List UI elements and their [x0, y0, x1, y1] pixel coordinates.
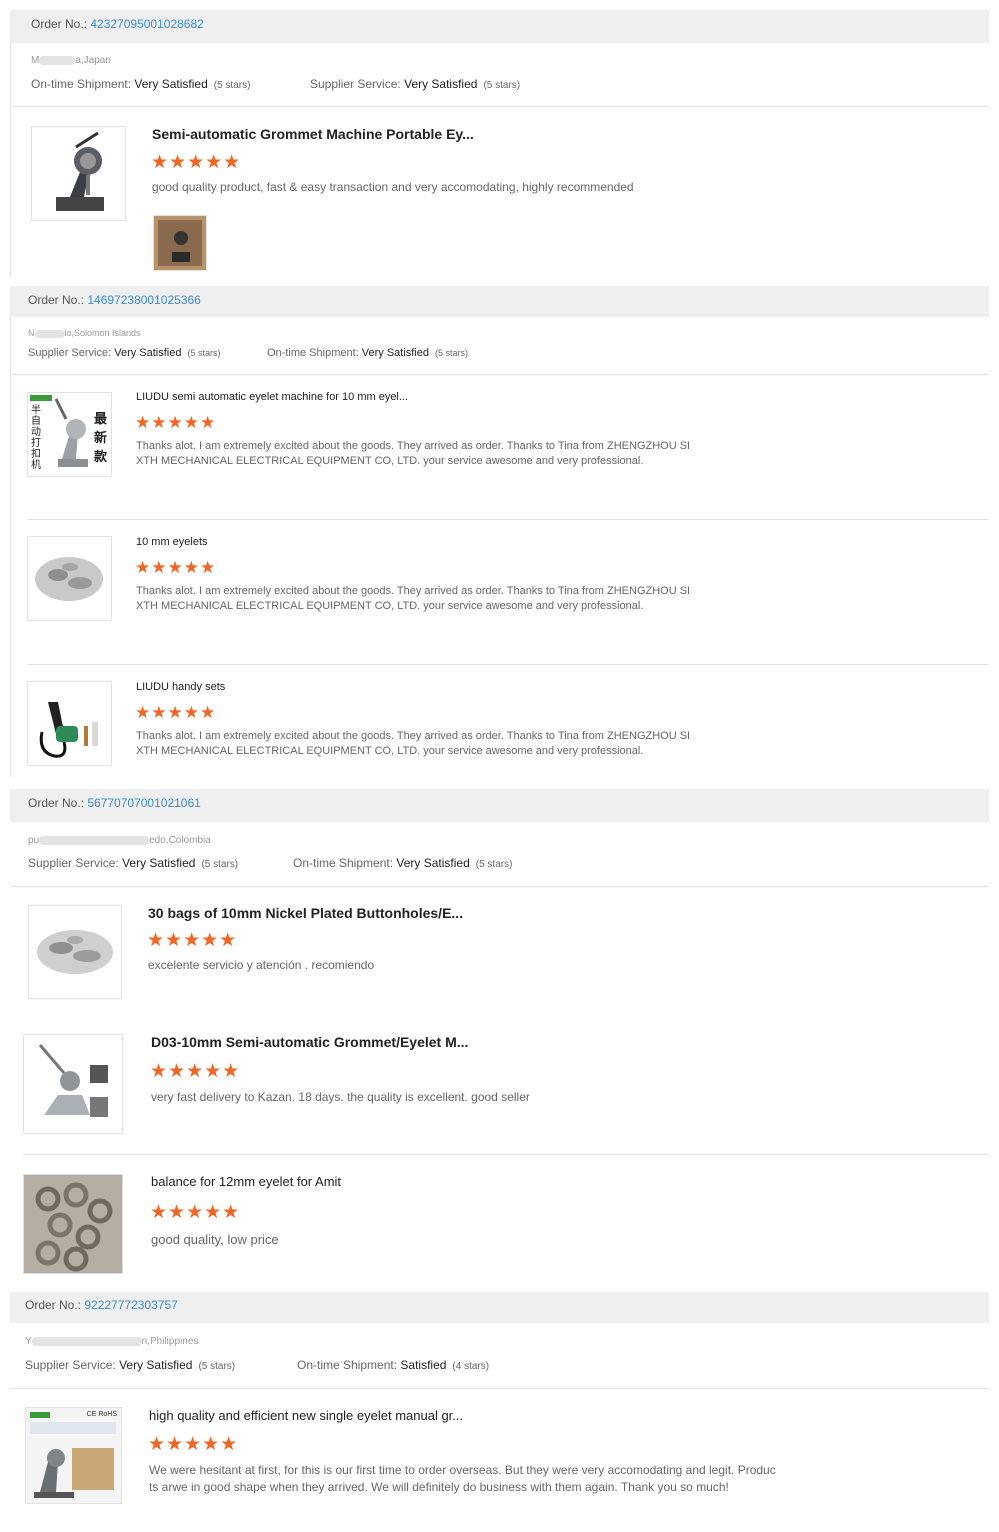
product-thumbnail[interactable]: [23, 1174, 123, 1274]
buyer-location: pu edo,Colombia: [28, 835, 211, 846]
review-text: Thanks alot. I am extremely excited abou…: [136, 585, 691, 612]
service-rating-supplier: Supplier Service: Very Satisfied (5 stars…: [25, 1358, 236, 1372]
review-text: excelente servicio y atención . recomien…: [148, 958, 375, 972]
review-text: Thanks alot. I am extremely excited abou…: [136, 440, 691, 467]
divider: [23, 1154, 989, 1155]
order-number-link[interactable]: 14697238001025366: [87, 293, 200, 307]
rating-stars: ★★★★★: [150, 1202, 241, 1223]
rating-stars: ★★★★★: [135, 413, 217, 432]
buyer-location: Ma,Japan: [31, 55, 111, 66]
order-header: Order No.: 92227772303757: [10, 1292, 989, 1323]
buyer-location: Nlo,Solomon Islands: [28, 328, 141, 338]
order-label: Order No.:: [28, 293, 85, 307]
heat-gun-set-image: [39, 702, 98, 758]
rating-stars: ★★★★★: [147, 930, 238, 951]
service-rating-supplier: Supplier Service: Very Satisfied (5 stars…: [310, 77, 521, 91]
order-number-link[interactable]: 56770707001021061: [87, 796, 200, 810]
service-rating-shipment: On-time Shipment: Satisfied (4 stars): [297, 1358, 490, 1372]
product-title[interactable]: high quality and efficient new single ey…: [149, 1408, 463, 1423]
review-text: We were hesitant at first, for this is o…: [149, 1463, 776, 1494]
product-title[interactable]: LIUDU handy sets: [136, 681, 225, 693]
order-label: Order No.:: [31, 17, 88, 31]
order-header: Order No.: 14697238001025366: [10, 286, 989, 317]
product-title[interactable]: LIUDU semi automatic eyelet machine for …: [136, 391, 408, 403]
thumb-caption-left: 半自动打扣机: [31, 405, 41, 471]
service-rating-supplier: Supplier Service: Very Satisfied (5 stars…: [28, 347, 221, 359]
product-thumbnail[interactable]: 半自动打扣机 最新款: [27, 392, 112, 477]
divider: [10, 43, 11, 276]
service-rating-shipment: On-time Shipment: Very Satisfied (5 stars…: [31, 77, 251, 91]
review-photo[interactable]: [153, 215, 207, 271]
product-thumbnail[interactable]: CE RoHS: [25, 1407, 122, 1504]
product-thumbnail[interactable]: [28, 905, 122, 999]
product-thumbnail[interactable]: [23, 1034, 123, 1134]
rating-stars: ★★★★★: [135, 703, 217, 722]
divider: [10, 886, 989, 887]
grommet-machine-image: [38, 1044, 108, 1117]
rating-stars: ★★★★★: [150, 1061, 241, 1082]
review-text: good quality product, fast & easy transa…: [152, 180, 634, 194]
service-rating-shipment: On-time Shipment: Very Satisfied (5 stars…: [267, 347, 469, 359]
order-number-link[interactable]: 42327095001028682: [90, 17, 203, 31]
divider: [11, 374, 989, 375]
product-thumbnail[interactable]: [31, 126, 126, 221]
buyer-location: Yn,Philippines: [25, 1336, 199, 1347]
order-header: Order No.: 56770707001021061: [10, 789, 989, 822]
service-rating-supplier: Supplier Service: Very Satisfied (5 stars…: [28, 856, 239, 870]
review-text: good quality, low price: [151, 1232, 279, 1247]
review-text: Thanks alot. I am extremely excited abou…: [136, 730, 691, 757]
ce-rohs-mark: CE RoHS: [86, 1411, 117, 1418]
service-rating-shipment: On-time Shipment: Very Satisfied (5 stars…: [293, 856, 513, 870]
product-title[interactable]: 30 bags of 10mm Nickel Plated Buttonhole…: [148, 905, 463, 921]
eyelets-image: [24, 1175, 122, 1273]
order-label: Order No.:: [25, 1298, 82, 1312]
divider: [27, 519, 989, 520]
product-title[interactable]: Semi-automatic Grommet Machine Portable …: [152, 126, 474, 142]
eyelets-pile-image: [35, 557, 103, 601]
grommet-machine-image: [56, 131, 104, 211]
eyelet-press-box-image: [26, 1408, 121, 1503]
divider: [10, 317, 11, 777]
review-text: very fast delivery to Kazan. 18 days. th…: [151, 1090, 530, 1104]
order-label: Order No.:: [28, 796, 85, 810]
thumb-caption-right: 最新款: [93, 411, 107, 464]
order-header: Order No.: 42327095001028682: [10, 10, 989, 43]
product-title[interactable]: D03-10mm Semi-automatic Grommet/Eyelet M…: [151, 1034, 468, 1050]
rating-stars: ★★★★★: [148, 1434, 239, 1455]
review-photo-image: [154, 216, 206, 270]
rating-stars: ★★★★★: [151, 152, 242, 173]
divider: [10, 1388, 989, 1389]
product-thumbnail[interactable]: [27, 681, 112, 766]
buttonholes-pile-image: [37, 930, 113, 974]
product-title[interactable]: balance for 12mm eyelet for Amit: [151, 1174, 341, 1189]
divider: [27, 664, 989, 665]
divider: [11, 106, 989, 107]
product-thumbnail[interactable]: [27, 536, 112, 621]
product-title[interactable]: 10 mm eyelets: [136, 536, 208, 548]
rating-stars: ★★★★★: [135, 558, 217, 577]
order-number-link[interactable]: 92227772303757: [84, 1298, 177, 1312]
